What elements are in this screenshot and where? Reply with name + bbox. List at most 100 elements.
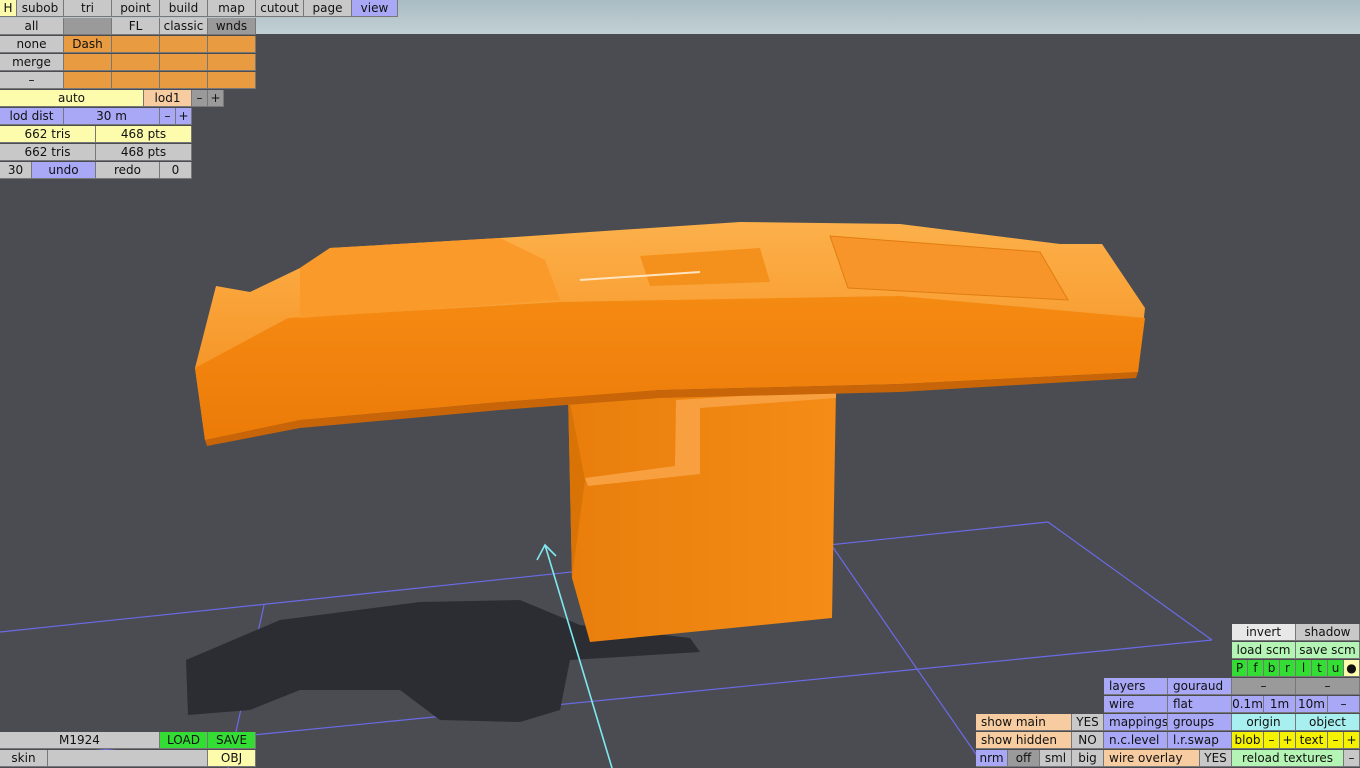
show-main-value[interactable]: YES (1072, 714, 1104, 731)
subob-slot[interactable] (208, 72, 256, 89)
grid-10m-button[interactable]: 10m (1296, 696, 1328, 713)
big-button[interactable]: big (1072, 750, 1104, 767)
off-button[interactable]: off (1008, 750, 1040, 767)
object-button[interactable]: object (1296, 714, 1360, 731)
pts-count-selected: 468 pts (96, 126, 192, 143)
pts-count-total: 468 pts (96, 144, 192, 161)
small-button[interactable]: sml (1040, 750, 1072, 767)
grid-minus-button[interactable]: – (1328, 696, 1360, 713)
text-plus-button[interactable]: + (1344, 732, 1360, 749)
tab-view[interactable]: view (352, 0, 398, 17)
blob-plus-button[interactable]: + (1280, 732, 1296, 749)
subob-slot[interactable] (112, 54, 160, 71)
text-button[interactable]: text (1296, 732, 1328, 749)
invert-button[interactable]: invert (1232, 624, 1296, 641)
redo-button[interactable]: redo (96, 162, 160, 179)
subob-merge-button[interactable]: merge (0, 54, 64, 71)
subob-slot[interactable] (160, 36, 208, 53)
viewport-scene (0, 222, 1213, 768)
light-key-u[interactable]: u (1328, 660, 1344, 677)
wire-overlay-button[interactable]: wire overlay (1104, 750, 1200, 767)
wire-button[interactable]: wire (1104, 696, 1168, 713)
lod-dist-label: lod dist (0, 108, 64, 125)
tab-h[interactable]: H (0, 0, 17, 17)
tab-subob[interactable]: subob (17, 0, 64, 17)
undo-count: 30 (0, 162, 32, 179)
show-hidden-value[interactable]: NO (1072, 732, 1104, 749)
skin-name-field[interactable] (48, 750, 208, 767)
origin-button[interactable]: origin (1232, 714, 1296, 731)
groups-button[interactable]: groups (1168, 714, 1232, 731)
lod-minus-button[interactable]: – (192, 90, 208, 107)
light-key-l[interactable]: l (1296, 660, 1312, 677)
subob-dash-row-button[interactable]: – (0, 72, 64, 89)
subob-slot[interactable] (64, 72, 112, 89)
model-name-field[interactable]: M1924 (0, 732, 160, 749)
load-scm-button[interactable]: load scm (1232, 642, 1296, 659)
shadow-minus-button[interactable]: – (1296, 678, 1360, 695)
light-key-p[interactable]: P (1232, 660, 1248, 677)
lr-swap-button[interactable]: l.r.swap (1168, 732, 1232, 749)
shadow-button[interactable]: shadow (1296, 624, 1360, 641)
tab-point[interactable]: point (112, 0, 160, 17)
tab-tri[interactable]: tri (64, 0, 112, 17)
lod-dist-plus-button[interactable]: + (176, 108, 192, 125)
subob-wnds-button[interactable]: wnds (208, 18, 256, 35)
grid-0.1m-button[interactable]: 0.1m (1232, 696, 1264, 713)
flat-button[interactable]: flat (1168, 696, 1232, 713)
light-dot-button[interactable]: ● (1344, 660, 1360, 677)
subob-all-button[interactable]: all (0, 18, 64, 35)
tris-count-selected: 662 tris (0, 126, 96, 143)
subob-classic-button[interactable]: classic (160, 18, 208, 35)
lod1-button[interactable]: lod1 (144, 90, 192, 107)
light-key-r[interactable]: r (1280, 660, 1296, 677)
show-main-button[interactable]: show main (976, 714, 1072, 731)
subob-blank-button[interactable] (64, 18, 112, 35)
obj-button[interactable]: OBJ (208, 750, 256, 767)
lod-dist-value[interactable]: 30 m (64, 108, 160, 125)
subob-none-button[interactable]: none (0, 36, 64, 53)
tab-map[interactable]: map (208, 0, 256, 17)
subob-slot[interactable] (208, 36, 256, 53)
light-key-b[interactable]: b (1264, 660, 1280, 677)
reload-textures-button[interactable]: reload textures (1232, 750, 1344, 767)
light-key-f[interactable]: f (1248, 660, 1264, 677)
nc-level-button[interactable]: n.c.level (1104, 732, 1168, 749)
light-key-t[interactable]: t (1312, 660, 1328, 677)
subob-slot[interactable] (208, 54, 256, 71)
undo-button[interactable]: undo (32, 162, 96, 179)
redo-count: 0 (160, 162, 192, 179)
text-minus-button[interactable]: – (1328, 732, 1344, 749)
reload-minus-button[interactable]: – (1344, 750, 1360, 767)
lod-plus-button[interactable]: + (208, 90, 224, 107)
subob-slot[interactable] (160, 72, 208, 89)
light-minus-button[interactable]: – (1232, 678, 1296, 695)
tab-page[interactable]: page (304, 0, 352, 17)
show-hidden-button[interactable]: show hidden (976, 732, 1072, 749)
subob-fl-button[interactable]: FL (112, 18, 160, 35)
subob-slot[interactable] (64, 54, 112, 71)
subob-dash-slot[interactable]: Dash (64, 36, 112, 53)
save-button[interactable]: SAVE (208, 732, 256, 749)
subob-slot[interactable] (112, 72, 160, 89)
grid-1m-button[interactable]: 1m (1264, 696, 1296, 713)
3d-viewport[interactable] (0, 0, 1360, 768)
mappings-button[interactable]: mappings (1104, 714, 1168, 731)
skin-button[interactable]: skin (0, 750, 48, 767)
tris-count-total: 662 tris (0, 144, 96, 161)
layers-button[interactable]: layers (1104, 678, 1168, 695)
load-button[interactable]: LOAD (160, 732, 208, 749)
lod-dist-minus-button[interactable]: – (160, 108, 176, 125)
tab-cutout[interactable]: cutout (256, 0, 304, 17)
save-scm-button[interactable]: save scm (1296, 642, 1360, 659)
lod-auto-button[interactable]: auto (0, 90, 144, 107)
wire-overlay-value[interactable]: YES (1200, 750, 1232, 767)
tab-build[interactable]: build (160, 0, 208, 17)
blob-button[interactable]: blob (1232, 732, 1264, 749)
gouraud-button[interactable]: gouraud (1168, 678, 1232, 695)
subob-slot[interactable] (112, 36, 160, 53)
dash-pedestal (568, 390, 836, 642)
normal-size-button[interactable]: nrm (976, 750, 1008, 767)
blob-minus-button[interactable]: – (1264, 732, 1280, 749)
subob-slot[interactable] (160, 54, 208, 71)
